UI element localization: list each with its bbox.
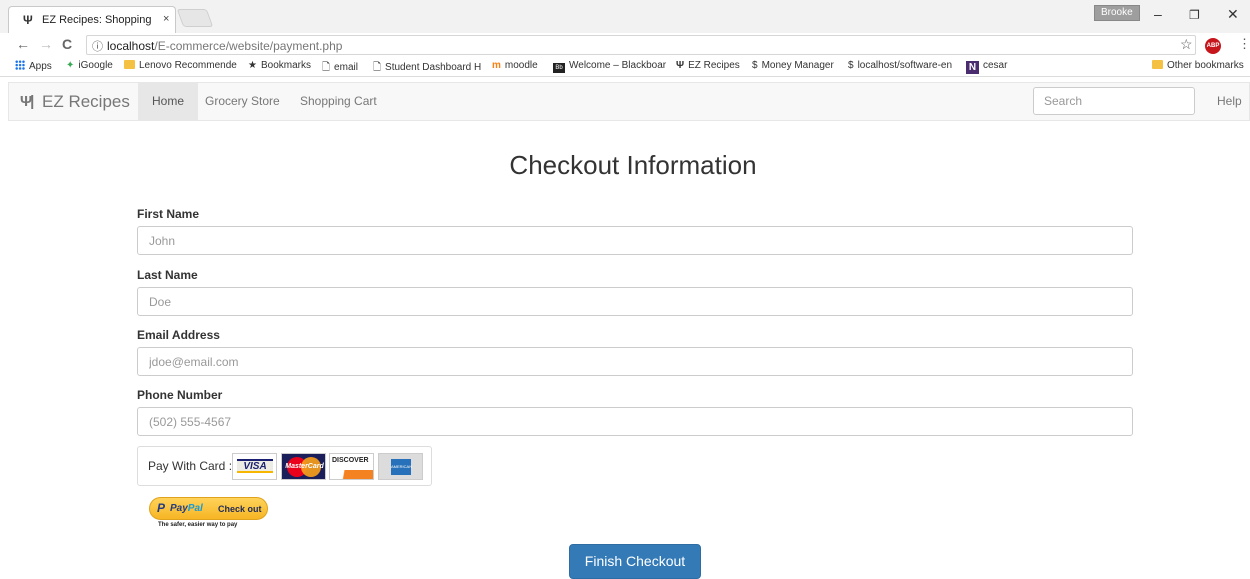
- page-title: Checkout Information: [509, 150, 757, 180]
- url-path: /E-commerce/website/payment.php: [154, 39, 343, 53]
- mastercard-text: MasterCard: [285, 463, 324, 470]
- bookmark-lenovo[interactable]: Lenovo Recommende: [124, 60, 237, 71]
- last-name-label: Last Name: [137, 268, 198, 282]
- bookmark-label: Lenovo Recommende: [139, 60, 237, 71]
- bookmark-cesar[interactable]: Ncesar: [966, 60, 1007, 74]
- visa-card-icon[interactable]: VISA: [232, 453, 277, 480]
- paypal-pal: Pal: [187, 503, 203, 514]
- adblock-icon[interactable]: ABP: [1205, 38, 1221, 54]
- paypal-wordmark: PayPal: [170, 503, 203, 514]
- blackboard-icon: Bb: [553, 63, 565, 73]
- profile-button[interactable]: Brooke: [1094, 5, 1140, 21]
- page-icon: 🗋: [373, 62, 382, 73]
- bookmark-label: Student Dashboard H: [385, 62, 482, 73]
- page-icon: 🗋: [322, 62, 331, 73]
- dollar-icon: $: [848, 60, 854, 71]
- nav-help[interactable]: Help: [1217, 83, 1242, 120]
- bookmark-blackboard[interactable]: Bb Welcome – Blackboar: [553, 60, 666, 73]
- first-name-label: First Name: [137, 207, 200, 221]
- bookmark-apps[interactable]: Apps: [15, 60, 52, 72]
- last-name-input[interactable]: [137, 287, 1133, 316]
- paypal-tagline: The safer, easier way to pay: [158, 522, 238, 528]
- mastercard-icon[interactable]: MasterCard: [281, 453, 326, 480]
- bookmark-label: moodle: [504, 60, 538, 71]
- bookmarks-bar: Apps ✦ iGoogle Lenovo Recommende ★ Bookmar…: [0, 57, 1250, 77]
- bookmark-label: Other bookmarks: [1167, 60, 1244, 71]
- dollar-icon: $: [752, 60, 758, 71]
- bookmark-student-dashboard[interactable]: 🗋 Student Dashboard H: [373, 60, 481, 77]
- folder-icon: [1152, 60, 1163, 69]
- email-input[interactable]: [137, 347, 1133, 376]
- nav-grocery-store[interactable]: Grocery Store: [191, 83, 294, 120]
- minimize-icon[interactable]: –: [1154, 6, 1162, 22]
- bookmark-moodle[interactable]: m moodle: [492, 60, 538, 71]
- phone-input[interactable]: [137, 407, 1133, 436]
- bookmark-label: Bookmarks: [260, 60, 311, 71]
- utensils-icon: Ψ: [676, 60, 685, 71]
- bookmark-email[interactable]: 🗋 email: [322, 60, 358, 77]
- bookmark-label: email: [334, 62, 358, 73]
- bookmark-bookmarks[interactable]: ★ Bookmarks: [248, 60, 311, 71]
- url-host: localhost: [107, 39, 155, 53]
- first-name-input[interactable]: [137, 226, 1133, 255]
- star-icon: ★: [248, 60, 257, 71]
- discover-card-icon[interactable]: DISCOVER: [329, 453, 374, 480]
- url-input[interactable]: ⓘ localhost/E-commerce/website/payment.p…: [86, 35, 1196, 55]
- paypal-pay: Pay: [170, 503, 188, 514]
- nav-shopping-cart[interactable]: Shopping Cart: [286, 83, 391, 120]
- bookmark-other[interactable]: Other bookmarks: [1152, 60, 1244, 71]
- new-tab-button[interactable]: [176, 9, 214, 27]
- pay-with-card-box[interactable]: Pay With Card : VISA MasterCard DISCOVER…: [137, 446, 432, 486]
- bookmark-money-manager[interactable]: $ Money Manager: [752, 60, 834, 71]
- pay-with-card-label: Pay With Card :: [148, 459, 233, 473]
- amex-card-icon[interactable]: AMERICAN EXPRESS: [378, 453, 423, 485]
- forward-icon[interactable]: →: [39, 36, 53, 52]
- search-input[interactable]: [1033, 87, 1195, 115]
- info-icon[interactable]: ⓘ: [92, 38, 103, 54]
- brand-link[interactable]: EZ Recipes: [42, 92, 130, 112]
- bookmark-label: cesar: [983, 60, 1008, 71]
- back-icon[interactable]: ←: [16, 36, 30, 52]
- browser-tabstrip: Ψ EZ Recipes: Shopping Ca × Brooke – ❐ ✕: [0, 0, 1250, 33]
- bookmark-label: EZ Recipes: [688, 60, 740, 71]
- onenote-icon: N: [966, 61, 979, 74]
- url-text: localhost/E-commerce/website/payment.php: [107, 39, 342, 53]
- amex-text: AMERICAN EXPRESS: [391, 459, 412, 485]
- visa-text: VISA: [237, 459, 273, 473]
- bookmark-igoogle[interactable]: ✦ iGoogle: [66, 60, 113, 71]
- bookmark-ez-recipes[interactable]: Ψ EZ Recipes: [676, 60, 740, 71]
- phone-label: Phone Number: [137, 388, 223, 402]
- restore-icon[interactable]: ❐: [1189, 8, 1200, 22]
- igoogle-icon: ✦: [66, 60, 75, 71]
- apps-grid-icon: [15, 60, 25, 70]
- utensils-icon: Ψ|: [20, 93, 34, 110]
- bookmark-label: localhost/software-en: [857, 60, 953, 71]
- nav-home[interactable]: Home: [138, 83, 199, 120]
- folder-icon: [124, 60, 135, 69]
- address-bar-row: ← → C ⓘ localhost/E-commerce/website/pay…: [0, 33, 1250, 57]
- moodle-icon: m: [492, 60, 501, 71]
- bookmark-localhost[interactable]: $ localhost/software-en: [848, 60, 952, 71]
- email-label: Email Address: [137, 328, 220, 342]
- discover-text: DISCOVER: [332, 457, 369, 464]
- bookmark-star-icon[interactable]: ☆: [1180, 36, 1193, 53]
- bookmark-label: Money Manager: [761, 60, 834, 71]
- bookmark-label: Apps: [29, 61, 52, 72]
- paypal-checkout-label: Check out: [218, 504, 262, 514]
- paypal-icon: P: [157, 501, 166, 515]
- tab-title: EZ Recipes: Shopping Ca: [42, 14, 152, 26]
- browser-menu-icon[interactable]: ⋮: [1238, 36, 1250, 52]
- bookmark-label: Welcome – Blackboar: [569, 60, 667, 71]
- bookmark-label: iGoogle: [78, 60, 113, 71]
- close-icon[interactable]: ×: [163, 13, 169, 25]
- utensils-icon: Ψ: [23, 13, 32, 27]
- finish-checkout-button[interactable]: Finish Checkout: [569, 544, 701, 579]
- reload-icon[interactable]: C: [62, 36, 72, 52]
- browser-tab[interactable]: Ψ EZ Recipes: Shopping Ca ×: [8, 6, 176, 33]
- site-navbar: Ψ| EZ Recipes Home Grocery Store Shoppin…: [8, 82, 1250, 121]
- window-close-icon[interactable]: ✕: [1227, 6, 1239, 23]
- paypal-checkout-button[interactable]: P PayPal Check out: [149, 497, 268, 520]
